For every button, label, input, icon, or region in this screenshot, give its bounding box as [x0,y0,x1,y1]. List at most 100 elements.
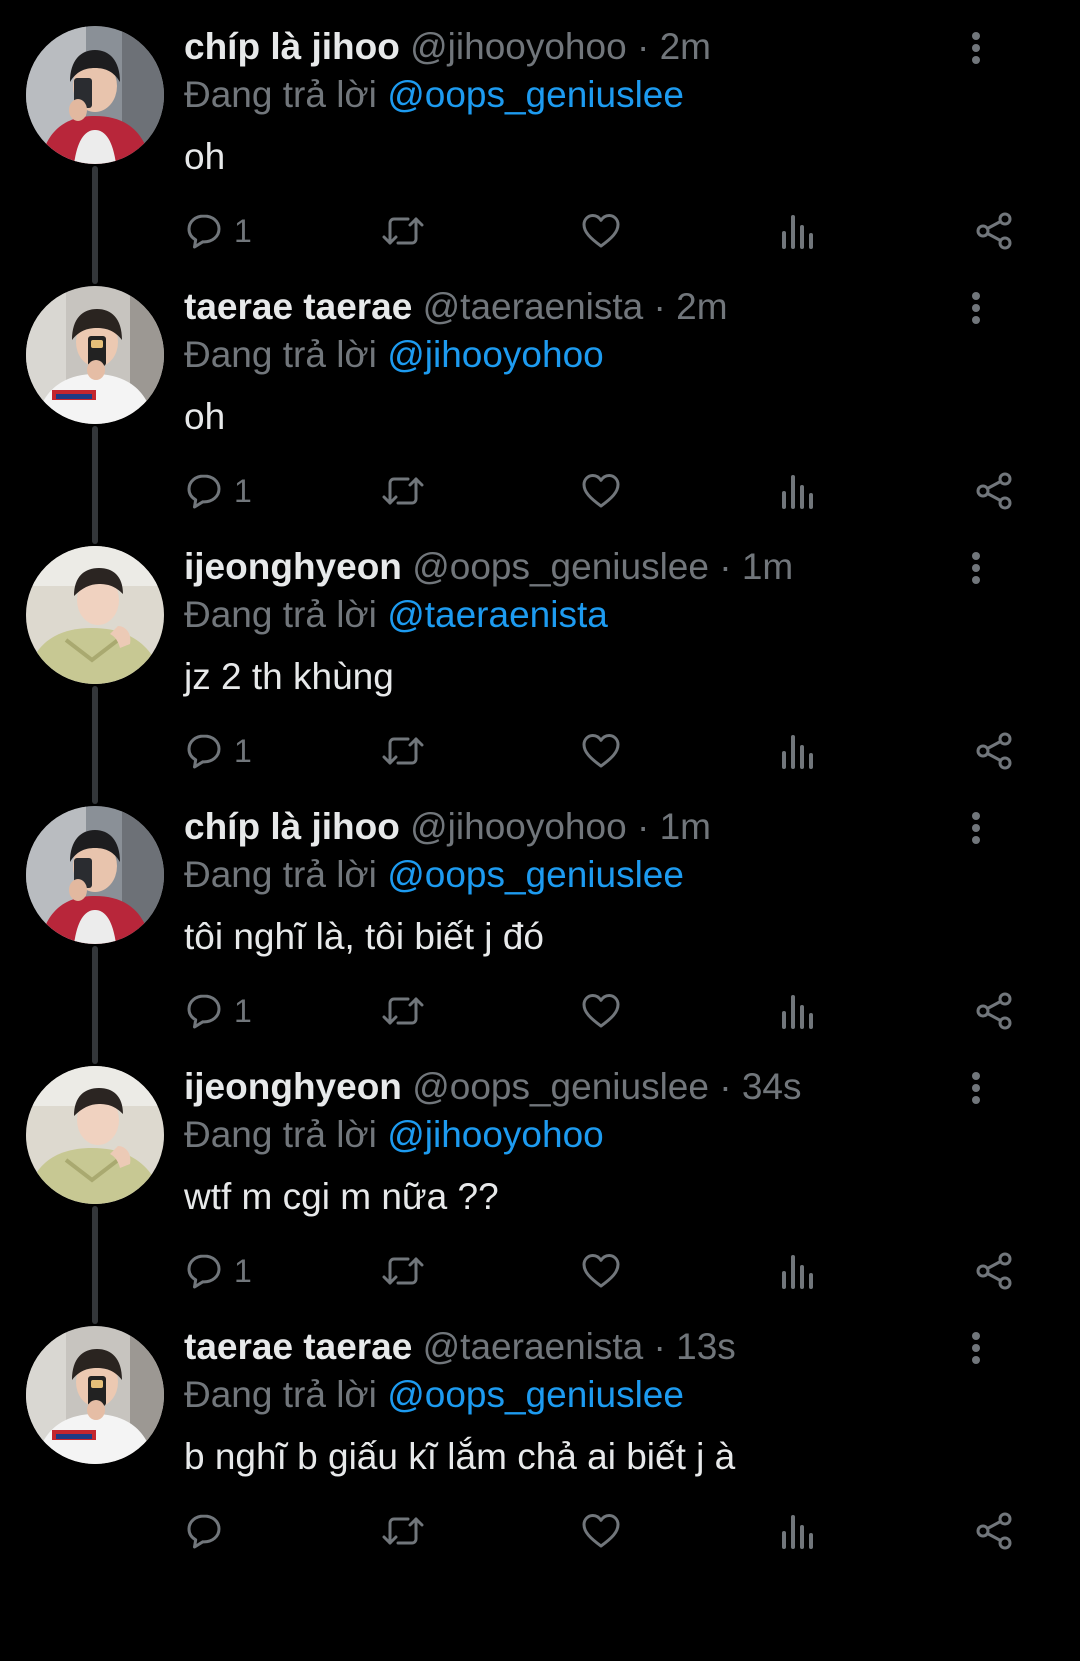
analytics-icon [782,475,813,509]
replying-to-mention[interactable]: @jihooyohoo [387,1114,604,1155]
display-name[interactable]: taerae taerae [184,1326,412,1367]
tweet[interactable]: chíp là jihoo @jihooyohoo · 2m Đang trả … [0,0,1080,284]
tweet-header: taerae taerae @taeraenista · 13s [184,1322,980,1372]
like-button[interactable] [580,1506,622,1556]
avatar-jeonghyeon[interactable] [26,1066,164,1204]
views-button[interactable] [778,986,818,1036]
avatar-taerae[interactable] [26,286,164,424]
reply-button[interactable]: 1 [184,206,252,256]
retweet-icon [382,477,424,505]
tweet-time: 1m [659,806,711,847]
share-button[interactable] [974,466,1016,516]
share-button[interactable] [974,1506,1016,1556]
more-options-icon[interactable] [964,1330,988,1370]
replying-to-label: Đang trả lời [184,334,377,375]
avatar-taerae[interactable] [26,1326,164,1464]
avatar-jihoo[interactable] [26,26,164,164]
replying-to-mention[interactable]: @jihooyohoo [387,334,604,375]
like-button[interactable] [580,1246,622,1296]
retweet-button[interactable] [380,726,426,776]
views-button[interactable] [778,206,818,256]
analytics-icon [782,215,813,249]
share-button[interactable] [974,206,1016,256]
reply-button[interactable]: 1 [184,986,252,1036]
tweet[interactable]: ijeonghyeon @oops_geniuslee · 1m Đang tr… [0,520,1080,804]
tweet-header: chíp là jihoo @jihooyohoo · 2m [184,22,980,72]
heart-icon [582,474,620,508]
replying-to-label: Đang trả lời [184,854,377,895]
user-handle[interactable]: @oops_geniuslee [412,546,709,587]
tweet-text: oh [184,136,226,177]
reply-icon [187,1514,221,1549]
heart-icon [582,734,620,768]
retweet-button[interactable] [380,206,426,256]
user-handle[interactable]: @taeraenista [423,286,644,327]
more-options-icon[interactable] [964,550,988,590]
views-button[interactable] [778,726,818,776]
like-button[interactable] [580,726,622,776]
display-name[interactable]: chíp là jihoo [184,26,400,67]
share-button[interactable] [974,986,1016,1036]
analytics-icon [782,1255,813,1289]
more-options-icon[interactable] [964,810,988,850]
more-options-icon[interactable] [964,290,988,330]
tweet[interactable]: ijeonghyeon @oops_geniuslee · 34s Đang t… [0,1040,1080,1324]
reply-count: 1 [234,212,252,249]
reply-icon [187,214,221,249]
analytics-icon [782,1515,813,1549]
replying-to-mention[interactable]: @oops_geniuslee [387,854,684,895]
share-button[interactable] [974,1246,1016,1296]
share-icon [976,732,1012,770]
separator-dot: · [653,1326,666,1367]
tweet[interactable]: chíp là jihoo @jihooyohoo · 1m Đang trả … [0,780,1080,1064]
views-button[interactable] [778,1506,818,1556]
user-handle[interactable]: @jihooyohoo [410,806,627,847]
reply-button[interactable]: 1 [184,466,252,516]
tweet-header: chíp là jihoo @jihooyohoo · 1m [184,802,980,852]
tweet-time: 13s [676,1326,736,1367]
tweet-actions: 1 [184,1246,1034,1296]
more-options-icon[interactable] [964,1070,988,1110]
views-button[interactable] [778,466,818,516]
display-name[interactable]: ijeonghyeon [184,1066,402,1107]
tweet[interactable]: taerae taerae @taeraenista · 13s Đang tr… [0,1300,1080,1576]
retweet-button[interactable] [380,986,426,1036]
retweet-button[interactable] [380,1506,426,1556]
display-name[interactable]: taerae taerae [184,286,412,327]
tweet[interactable]: taerae taerae @taeraenista · 2m Đang trả… [0,260,1080,544]
views-button[interactable] [778,1246,818,1296]
heart-icon [582,1254,620,1288]
reply-button[interactable]: 1 [184,1246,252,1296]
retweet-button[interactable] [380,1246,426,1296]
like-button[interactable] [580,986,622,1036]
user-handle[interactable]: @jihooyohoo [410,26,627,67]
retweet-icon [382,1257,424,1285]
display-name[interactable]: ijeonghyeon [184,546,402,587]
reply-count: 1 [234,472,252,509]
user-handle[interactable]: @oops_geniuslee [412,1066,709,1107]
like-button[interactable] [580,206,622,256]
display-name[interactable]: chíp là jihoo [184,806,400,847]
user-handle[interactable]: @taeraenista [423,1326,644,1367]
tweet-header: ijeonghyeon @oops_geniuslee · 1m [184,542,980,592]
like-button[interactable] [580,466,622,516]
separator-dot: · [719,1066,732,1107]
separator-dot: · [636,806,650,847]
tweet-text: wtf m cgi m nữa ?? [184,1176,499,1217]
replying-to-mention[interactable]: @oops_geniuslee [387,74,684,115]
share-icon [976,992,1012,1030]
replying-to-mention[interactable]: @taeraenista [387,594,608,635]
avatar-jihoo[interactable] [26,806,164,944]
replying-to-label: Đang trả lời [184,594,377,635]
avatar-jeonghyeon[interactable] [26,546,164,684]
reply-button[interactable] [184,1506,234,1556]
reply-icon [187,474,221,509]
retweet-button[interactable] [380,466,426,516]
tweet-time: 2m [659,26,711,67]
separator-dot: · [653,286,666,327]
separator-dot: · [636,26,650,67]
more-options-icon[interactable] [964,30,988,70]
reply-button[interactable]: 1 [184,726,252,776]
share-button[interactable] [974,726,1016,776]
replying-to-mention[interactable]: @oops_geniuslee [387,1374,684,1415]
